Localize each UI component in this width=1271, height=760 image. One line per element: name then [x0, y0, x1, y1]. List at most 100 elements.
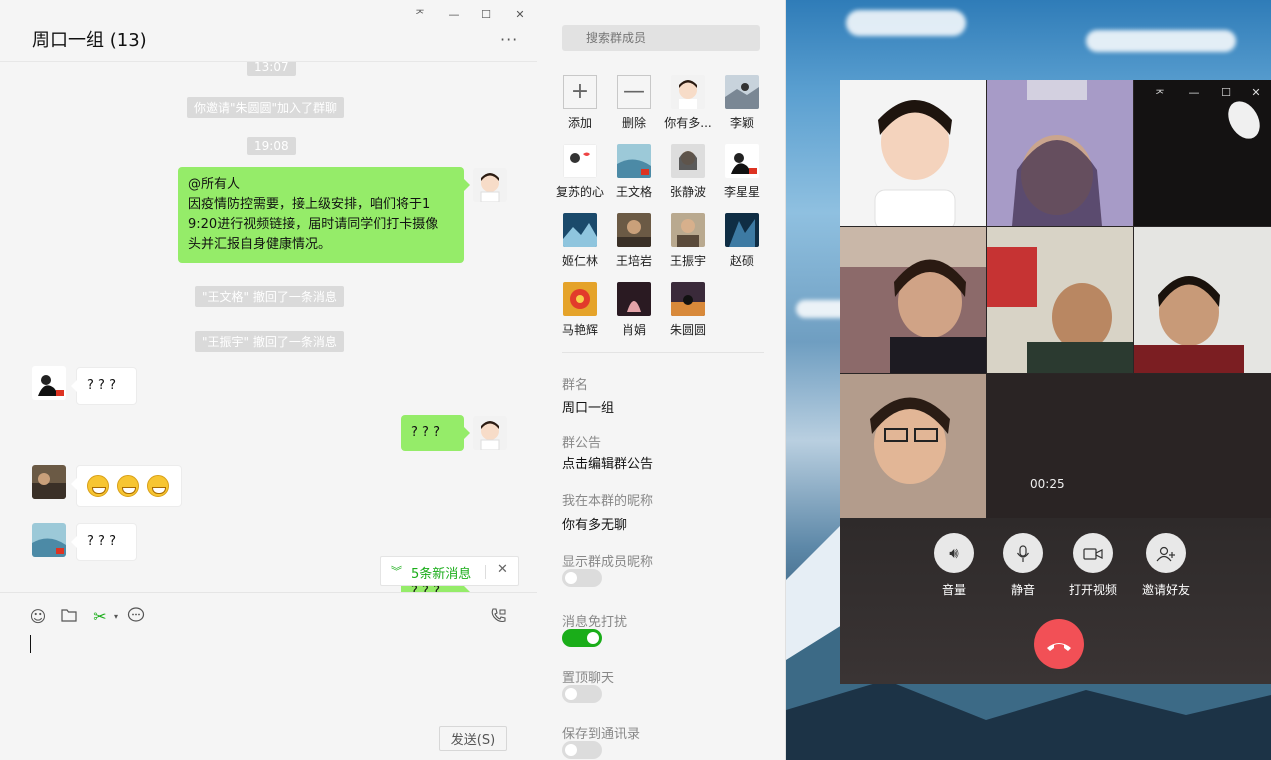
system-message: "王文格" 撤回了一条消息	[195, 286, 344, 307]
more-options-button[interactable]: ···	[500, 30, 518, 49]
member-item[interactable]: 李颖	[712, 75, 772, 131]
member-name: 肖娟	[621, 323, 646, 337]
control-label: 静音	[1010, 583, 1035, 597]
member-avatar[interactable]	[32, 523, 66, 557]
member-avatar	[671, 213, 705, 247]
empty-video-area	[987, 374, 1271, 520]
invite-friends-button[interactable]: 邀请好友	[1131, 533, 1201, 598]
speaker-icon: 🔊︎	[934, 533, 974, 573]
video-tile[interactable]	[1134, 227, 1271, 373]
new-messages-label: 5条新消息	[411, 567, 472, 582]
message-text: ? ? ?	[411, 425, 440, 440]
maximize-button[interactable]: ☐	[477, 6, 495, 24]
member-item[interactable]: 王振宇	[658, 213, 718, 269]
send-button[interactable]: 发送(S)	[439, 726, 507, 751]
volume-button[interactable]: 🔊︎ 音量	[919, 533, 989, 598]
member-avatar	[725, 144, 759, 178]
member-name: 马艳辉	[561, 323, 598, 337]
show-nickname-toggle[interactable]	[562, 569, 602, 587]
divider	[485, 565, 486, 579]
text-caret	[30, 635, 31, 653]
control-label: 邀请好友	[1141, 583, 1190, 597]
my-nickname-value[interactable]: 你有多无聊	[562, 514, 627, 533]
new-messages-indicator[interactable]: ︾ 5条新消息 ✕	[380, 556, 519, 586]
message-bubble-announcement[interactable]: @所有人 因疫情防控需要，接上级安排，咱们将于1 9:20进行视频链接，届时请同…	[178, 167, 470, 263]
message-bubble[interactable]: ? ? ?	[401, 415, 470, 451]
member-avatar[interactable]	[32, 465, 66, 499]
video-tile[interactable]	[840, 227, 986, 373]
member-name: 删除	[621, 116, 646, 130]
maximize-button[interactable]: ☐	[1218, 86, 1234, 99]
dnd-toggle[interactable]	[562, 629, 602, 647]
member-search-input[interactable]	[562, 25, 760, 51]
member-item[interactable]: 复苏的心	[550, 144, 610, 200]
chat-history-icon[interactable]	[126, 607, 146, 627]
control-label: 打开视频	[1068, 583, 1117, 597]
member-avatar	[671, 75, 705, 109]
show-nickname-label: 显示群成员昵称	[562, 555, 654, 570]
double-chevron-down-icon: ︾	[391, 565, 402, 578]
group-name-label: 群名	[562, 378, 589, 393]
edit-group-notice-link[interactable]: 点击编辑群公告	[562, 453, 653, 472]
member-item[interactable]: 姬仁林	[550, 213, 610, 269]
message-text: @所有人	[188, 177, 241, 192]
voice-video-call-icon[interactable]	[489, 607, 509, 627]
folder-icon[interactable]	[59, 607, 79, 627]
message-bubble[interactable]: ? ? ?	[71, 367, 137, 405]
member-avatar	[563, 144, 597, 178]
message-text: 因疫情防控需要，接上级安排，咱们将于1	[188, 197, 431, 212]
video-tile[interactable]	[987, 80, 1133, 226]
video-tile[interactable]	[840, 374, 986, 520]
message-text: ? ? ?	[87, 378, 116, 393]
member-item[interactable]: 朱圆圆	[658, 282, 718, 338]
member-avatar	[725, 75, 759, 109]
group-name-value[interactable]: 周口一组	[562, 397, 614, 416]
message-text: 9:20进行视频链接，届时请同学们打卡摄像	[188, 217, 439, 232]
member-avatar[interactable]	[32, 366, 66, 400]
member-item[interactable]: 马艳辉	[550, 282, 610, 338]
mute-button[interactable]: 静音	[988, 533, 1058, 598]
minus-icon: —	[617, 75, 651, 109]
video-tile[interactable]	[840, 80, 986, 226]
member-avatar	[617, 213, 651, 247]
member-item[interactable]: 你有多...	[658, 75, 718, 131]
pin-chat-toggle[interactable]	[562, 685, 602, 703]
pin-window-button[interactable]: ᅎ	[1152, 86, 1168, 102]
chevron-down-icon[interactable]: ▾	[106, 607, 126, 627]
close-icon[interactable]: ✕	[497, 562, 508, 577]
member-name: 朱圆圆	[669, 323, 706, 337]
emoji-icon[interactable]: ☺	[28, 607, 48, 627]
close-button[interactable]: ✕	[511, 6, 529, 24]
my-avatar[interactable]	[473, 416, 507, 450]
plus-icon: +	[563, 75, 597, 109]
message-text: ? ? ?	[87, 534, 116, 549]
member-avatar	[563, 213, 597, 247]
message-list[interactable]: 13:07 你邀请"朱圆圆"加入了群聊 19:08 @所有人 因疫情防控需要，接…	[0, 62, 537, 592]
timestamp: 19:08	[247, 137, 296, 155]
video-tile[interactable]	[987, 227, 1133, 373]
member-item[interactable]: 王培岩	[604, 213, 664, 269]
my-avatar[interactable]	[473, 168, 507, 202]
add-member-button[interactable]: + 添加	[550, 75, 610, 131]
member-item[interactable]: 赵硕	[712, 213, 772, 269]
grin-emoji-icon	[87, 475, 109, 497]
minimize-button[interactable]: —	[445, 6, 463, 24]
divider	[562, 352, 764, 353]
member-item[interactable]: 王文格	[604, 144, 664, 200]
save-contacts-toggle[interactable]	[562, 741, 602, 759]
pin-window-button[interactable]: ᅎ	[411, 6, 429, 24]
open-video-button[interactable]: 打开视频	[1058, 533, 1128, 598]
hang-up-button[interactable]	[1034, 619, 1084, 669]
group-notice-label: 群公告	[562, 436, 602, 451]
message-bubble[interactable]	[71, 465, 182, 507]
my-nickname-label: 我在本群的昵称	[562, 494, 654, 509]
message-bubble[interactable]: ? ? ?	[71, 523, 137, 561]
member-item[interactable]: 张静波	[658, 144, 718, 200]
member-item[interactable]: 李星星	[712, 144, 772, 200]
remove-member-button[interactable]: — 删除	[604, 75, 664, 131]
member-item[interactable]: 肖娟	[604, 282, 664, 338]
input-area[interactable]: ☺ ✂ ▾ 发送(S)	[0, 592, 537, 760]
minimize-button[interactable]: —	[1186, 86, 1202, 99]
close-button[interactable]: ✕	[1248, 86, 1264, 99]
member-avatar	[725, 213, 759, 247]
